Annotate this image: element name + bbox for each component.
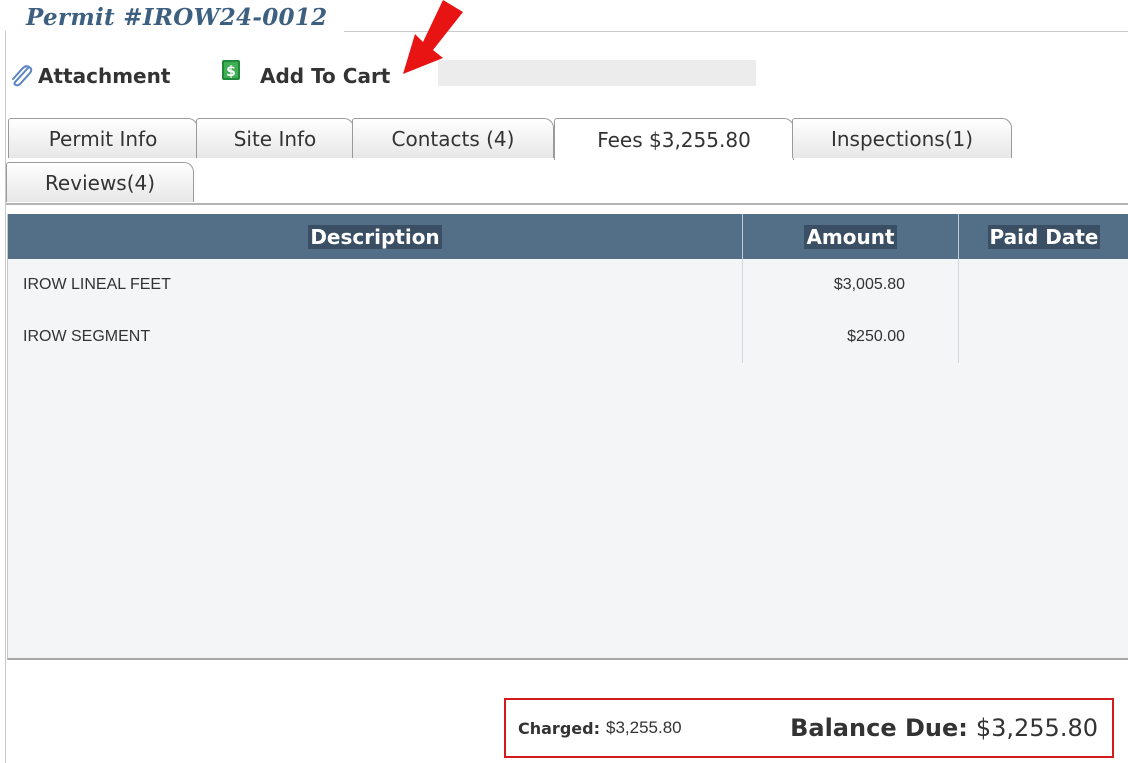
toolbar-spacer bbox=[438, 60, 756, 86]
table-row[interactable]: IROW LINEAL FEET $3,005.80 bbox=[8, 259, 1128, 311]
amount-cell: $3,005.80 bbox=[833, 276, 905, 293]
dollar-document-icon: $ bbox=[222, 60, 240, 80]
paid-date-cell bbox=[959, 259, 1119, 311]
balance-due: Balance Due: $3,255.80 bbox=[790, 700, 1098, 756]
charged-value: $3,255.80 bbox=[605, 718, 682, 737]
page-title: Permit #IROW24-0012 bbox=[26, 4, 328, 31]
tab-label: Inspections(1) bbox=[830, 126, 974, 151]
tab-fees[interactable]: Fees $3,255.80 bbox=[554, 118, 794, 160]
tab-permit-info[interactable]: Permit Info bbox=[8, 118, 198, 158]
tab-label: Site Info bbox=[233, 126, 317, 151]
toolbar: Attachment $ Add To Cart bbox=[8, 60, 756, 96]
column-header-label: Amount bbox=[804, 224, 897, 249]
attachment-button[interactable]: Attachment bbox=[8, 64, 170, 88]
add-to-cart-label: Add To Cart bbox=[260, 64, 391, 88]
tab-label: Permit Info bbox=[48, 126, 158, 151]
column-header-label: Description bbox=[308, 224, 442, 249]
fees-table: Description Amount Paid Date IROW LINEAL… bbox=[7, 214, 1128, 660]
tab-contacts[interactable]: Contacts (4) bbox=[352, 118, 554, 158]
table-header: Description Amount Paid Date bbox=[8, 214, 1128, 259]
balance-summary: Charged: $3,255.80 Balance Due: $3,255.8… bbox=[504, 698, 1114, 758]
column-header-description[interactable]: Description bbox=[8, 214, 742, 259]
paid-date-cell bbox=[959, 311, 1119, 363]
column-header-paid-date[interactable]: Paid Date bbox=[959, 214, 1128, 259]
svg-text:$: $ bbox=[226, 64, 236, 80]
paperclip-icon bbox=[12, 65, 33, 87]
tab-bar-row-2: Reviews(4) bbox=[6, 162, 1128, 204]
description-cell: IROW LINEAL FEET bbox=[23, 276, 171, 293]
tab-label: Reviews(4) bbox=[44, 170, 156, 195]
charged-total: Charged: $3,255.80 bbox=[518, 700, 682, 756]
tab-site-info[interactable]: Site Info bbox=[196, 118, 354, 158]
balance-due-value: $3,255.80 bbox=[975, 714, 1098, 742]
tab-reviews[interactable]: Reviews(4) bbox=[6, 162, 194, 202]
column-header-amount[interactable]: Amount bbox=[743, 214, 958, 259]
add-to-cart-button[interactable]: $ Add To Cart bbox=[220, 60, 391, 88]
tab-label: Fees $3,255.80 bbox=[597, 127, 751, 152]
attachment-label: Attachment bbox=[38, 64, 171, 88]
description-cell: IROW SEGMENT bbox=[23, 328, 151, 345]
amount-cell: $250.00 bbox=[847, 328, 905, 345]
tab-inspections[interactable]: Inspections(1) bbox=[792, 118, 1012, 158]
table-row[interactable]: IROW SEGMENT $250.00 bbox=[8, 311, 1128, 363]
column-header-label: Paid Date bbox=[987, 224, 1101, 249]
balance-due-label: Balance Due: bbox=[790, 714, 968, 742]
charged-label: Charged: bbox=[518, 718, 600, 738]
tab-bar: Permit Info Site Info Contacts (4) Fees … bbox=[6, 118, 1128, 160]
title-bar: Permit #IROW24-0012 bbox=[0, 0, 1128, 40]
tab-label: Contacts (4) bbox=[391, 126, 515, 151]
tab-content-divider bbox=[6, 203, 1128, 205]
